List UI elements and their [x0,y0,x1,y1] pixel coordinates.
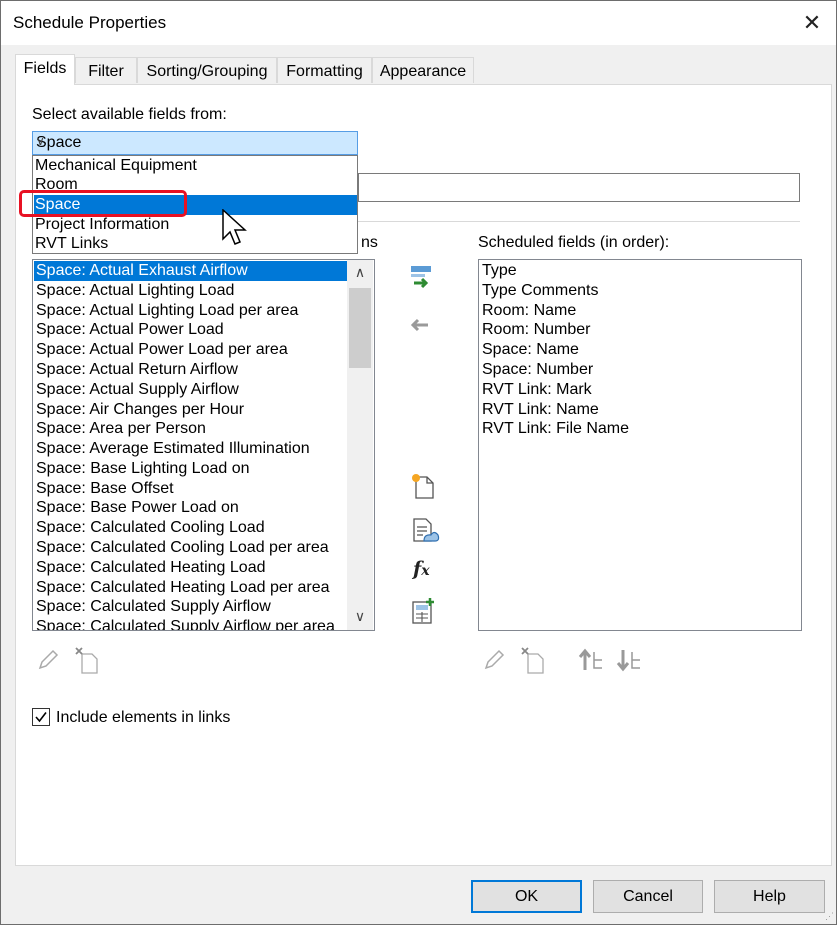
available-fields-list[interactable]: Space: Actual Exhaust Airflow Space: Act… [32,259,375,631]
checkmark-icon [35,712,47,723]
dropdown-option-rvt-links[interactable]: RVT Links [34,234,357,254]
delete-scheduled-icon[interactable] [520,646,546,674]
list-item[interactable]: Room: Name [480,301,576,321]
scrollbar[interactable]: ∧ ∨ [347,260,373,630]
list-item[interactable]: Room: Number [480,320,590,340]
tab-formatting[interactable]: Formatting [277,57,372,83]
list-item[interactable]: Space: Name [480,340,579,360]
list-item[interactable]: Space: Base Lighting Load on [34,459,250,479]
search-field[interactable] [358,173,800,202]
list-item[interactable]: Space: Actual Lighting Load per area [34,301,298,321]
tab-fields[interactable]: Fields [15,54,75,85]
resize-grip-icon[interactable]: ⋰ [825,911,834,922]
mouse-cursor-icon [222,209,247,245]
tab-label: Appearance [379,63,467,80]
include-links-label: Include elements in links [56,709,231,726]
help-button[interactable]: Help [714,880,825,913]
calculated-value-icon[interactable]: fx [413,558,430,580]
list-item[interactable]: Space: Actual Lighting Load [34,281,234,301]
new-parameter-icon[interactable] [410,473,436,499]
list-item[interactable]: Space: Actual Power Load per area [34,340,288,360]
dropdown-option-mechanical-equipment[interactable]: Mechanical Equipment [34,156,357,176]
list-item[interactable]: Space: Actual Power Load [34,320,224,340]
include-links-checkbox[interactable] [32,708,50,726]
highlight-box [19,190,187,217]
tab-label: Fields [23,60,67,77]
list-item[interactable]: Space: Calculated Heating Load per area [34,578,330,598]
scheduled-fields-list[interactable]: Type Type Comments Room: Name Room: Numb… [478,259,802,631]
list-item[interactable]: RVT Link: Mark [480,380,592,400]
dialog-title: Schedule Properties [13,13,167,32]
list-item[interactable]: Space: Calculated Supply Airflow per are… [34,617,335,630]
chevron-down-icon[interactable]: ∨ [36,134,351,148]
list-item[interactable]: Space: Actual Supply Airflow [34,380,239,400]
move-up-icon[interactable] [578,648,604,672]
edit-icon[interactable] [36,648,60,672]
remove-parameter-icon[interactable] [408,316,432,334]
delete-icon[interactable] [74,646,100,674]
list-item[interactable]: Type Comments [480,281,598,301]
list-item[interactable]: Space: Calculated Cooling Load [34,518,265,538]
source-label: Select available fields from: [32,106,227,123]
list-item[interactable]: Space: Base Offset [34,479,174,499]
tab-filter[interactable]: Filter [75,57,137,83]
scheduled-fields-label: Scheduled fields (in order): [478,234,670,251]
list-item[interactable]: RVT Link: Name [480,400,599,420]
list-item[interactable]: RVT Link: File Name [480,419,629,439]
add-calculated-parameter-icon[interactable] [410,597,436,625]
scroll-up-icon[interactable]: ∧ [349,262,371,282]
tab-appearance[interactable]: Appearance [372,57,474,83]
title-bar: Schedule Properties ✕ [1,1,836,45]
tab-label: Filter [88,63,124,80]
close-icon[interactable]: ✕ [797,9,827,37]
scroll-down-icon[interactable]: ∨ [349,606,371,626]
list-item[interactable]: Space: Calculated Cooling Load per area [34,538,329,558]
cancel-button[interactable]: Cancel [593,880,703,913]
list-item[interactable]: Space: Number [480,360,593,380]
list-item[interactable]: Type [480,261,517,281]
list-item[interactable]: Space: Actual Return Airflow [34,360,238,380]
list-item[interactable]: Space: Area per Person [34,419,206,439]
list-item[interactable]: Space: Actual Exhaust Airflow [34,261,347,281]
tab-sorting-grouping[interactable]: Sorting/Grouping [137,57,277,83]
available-fields-label: ns [361,234,378,251]
scrollbar-thumb[interactable] [349,288,371,368]
list-item[interactable]: Space: Calculated Supply Airflow [34,597,271,617]
edit-scheduled-icon[interactable] [482,648,506,672]
dropdown-option-project-information[interactable]: Project Information [34,215,357,235]
combine-parameters-icon[interactable] [410,517,440,545]
ok-button[interactable]: OK [471,880,582,913]
list-item[interactable]: Space: Air Changes per Hour [34,400,244,420]
add-parameter-icon[interactable] [408,264,434,290]
tab-label: Formatting [286,63,363,80]
source-select[interactable]: Space ∨ [32,131,358,155]
list-item[interactable]: Space: Average Estimated Illumination [34,439,310,459]
list-item[interactable]: Space: Base Power Load on [34,498,239,518]
move-down-icon[interactable] [616,648,642,672]
tab-label: Sorting/Grouping [146,63,268,80]
list-item[interactable]: Space: Calculated Heating Load [34,558,266,578]
